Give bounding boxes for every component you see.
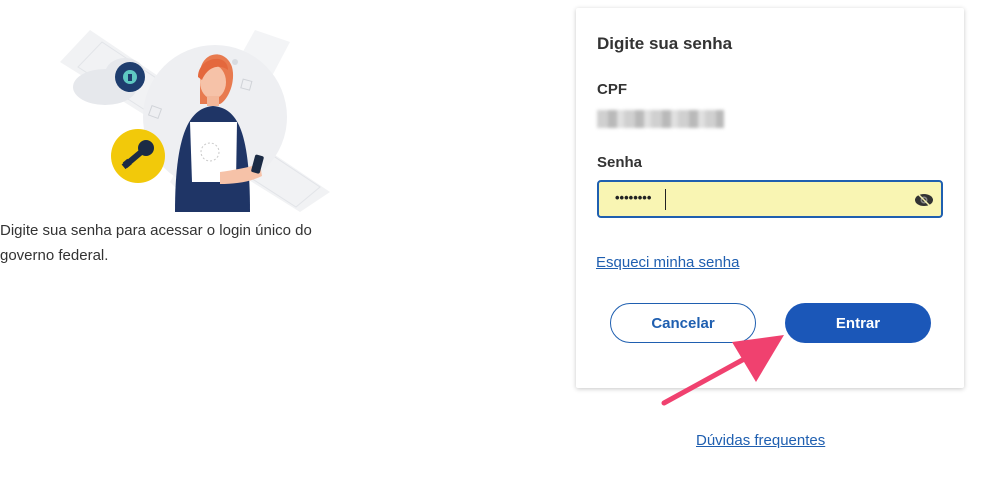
password-value: •••••••• xyxy=(615,190,652,205)
password-label: Senha xyxy=(597,154,643,171)
faq-link[interactable]: Dúvidas frequentes xyxy=(696,432,825,449)
password-input[interactable]: •••••••• xyxy=(597,180,943,218)
forgot-password-link[interactable]: Esqueci minha senha xyxy=(596,254,739,271)
cpf-label: CPF xyxy=(597,81,627,98)
enter-button[interactable]: Entrar xyxy=(785,303,931,343)
arrow-pointer xyxy=(661,335,784,406)
text-caret xyxy=(665,189,666,210)
intro-text: Digite sua senha para acessar o login ún… xyxy=(0,222,312,264)
key-icon xyxy=(111,129,165,183)
lock-icon xyxy=(115,62,145,92)
hero-illustration xyxy=(60,30,330,212)
cpf-value: •••.•••.•••-•• xyxy=(597,110,724,128)
eye-icon[interactable] xyxy=(914,191,934,209)
card-title: Digite sua senha xyxy=(597,34,733,53)
